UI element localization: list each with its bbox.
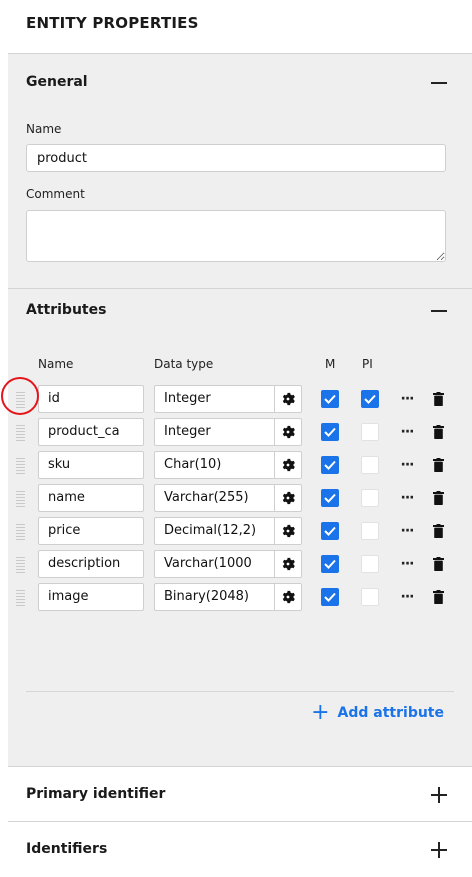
gear-icon[interactable] bbox=[274, 385, 302, 413]
collapse-attributes-button[interactable] bbox=[430, 302, 448, 320]
drag-handle[interactable] bbox=[16, 458, 25, 474]
more-options-icon[interactable]: ··· bbox=[398, 588, 416, 606]
attribute-type-input[interactable]: Binary(2048) bbox=[154, 583, 274, 611]
panel-title: ENTITY PROPERTIES bbox=[26, 14, 199, 32]
mandatory-checkbox[interactable] bbox=[321, 390, 339, 408]
column-header-name: Name bbox=[38, 357, 74, 371]
general-header: General bbox=[26, 74, 88, 90]
attribute-type-input[interactable]: Decimal(12,2) bbox=[154, 517, 274, 545]
primary-identifier-header: Primary identifier bbox=[26, 786, 166, 802]
trash-icon[interactable] bbox=[431, 390, 445, 408]
mandatory-checkbox[interactable] bbox=[321, 489, 339, 507]
expand-identifiers-button[interactable] bbox=[430, 841, 448, 859]
gear-icon[interactable] bbox=[274, 451, 302, 479]
attribute-name-input[interactable]: product_ca bbox=[38, 418, 144, 446]
trash-icon[interactable] bbox=[431, 489, 445, 507]
trash-icon[interactable] bbox=[431, 555, 445, 573]
gear-icon[interactable] bbox=[274, 583, 302, 611]
general-section: General Name Comment bbox=[8, 53, 472, 289]
gear-icon[interactable] bbox=[274, 418, 302, 446]
attribute-row: product_ca Integer ··· bbox=[8, 418, 472, 448]
gear-icon[interactable] bbox=[274, 517, 302, 545]
add-attribute-label: Add attribute bbox=[337, 705, 444, 721]
add-attribute-button[interactable]: + Add attribute bbox=[311, 700, 444, 725]
identifiers-header: Identifiers bbox=[26, 841, 108, 857]
gear-icon[interactable] bbox=[274, 550, 302, 578]
attribute-type-input[interactable]: Integer bbox=[154, 418, 274, 446]
drag-handle[interactable] bbox=[16, 491, 25, 507]
primary-identifier-checkbox[interactable] bbox=[361, 522, 379, 540]
mandatory-checkbox[interactable] bbox=[321, 588, 339, 606]
comment-field[interactable] bbox=[26, 210, 446, 262]
drag-handle[interactable] bbox=[16, 557, 25, 573]
attribute-type-input[interactable]: Varchar(255) bbox=[154, 484, 274, 512]
mandatory-checkbox[interactable] bbox=[321, 555, 339, 573]
comment-label: Comment bbox=[26, 187, 85, 201]
attribute-row: price Decimal(12,2) ··· bbox=[8, 517, 472, 547]
attribute-row: image Binary(2048) ··· bbox=[8, 583, 472, 613]
attribute-name-input[interactable]: image bbox=[38, 583, 144, 611]
attribute-row: description Varchar(1000 ··· bbox=[8, 550, 472, 580]
attribute-name-input[interactable]: price bbox=[38, 517, 144, 545]
collapse-general-button[interactable] bbox=[430, 74, 448, 92]
attribute-type-input[interactable]: Varchar(1000 bbox=[154, 550, 274, 578]
divider bbox=[26, 691, 454, 692]
attribute-name-input[interactable]: name bbox=[38, 484, 144, 512]
trash-icon[interactable] bbox=[431, 588, 445, 606]
attribute-row: sku Char(10) ··· bbox=[8, 451, 472, 481]
primary-identifier-checkbox[interactable] bbox=[361, 423, 379, 441]
name-label: Name bbox=[26, 122, 62, 136]
trash-icon[interactable] bbox=[431, 423, 445, 441]
primary-identifier-checkbox[interactable] bbox=[361, 456, 379, 474]
identifiers-section: Identifiers bbox=[8, 821, 472, 877]
mandatory-checkbox[interactable] bbox=[321, 456, 339, 474]
minus-icon bbox=[431, 310, 447, 312]
more-options-icon[interactable]: ··· bbox=[398, 522, 416, 540]
more-options-icon[interactable]: ··· bbox=[398, 555, 416, 573]
primary-identifier-section: Primary identifier bbox=[8, 766, 472, 822]
attributes-header: Attributes bbox=[26, 302, 107, 318]
attribute-type-input[interactable]: Integer bbox=[154, 385, 274, 413]
expand-primary-identifier-button[interactable] bbox=[430, 786, 448, 804]
primary-identifier-checkbox[interactable] bbox=[361, 555, 379, 573]
plus-icon: + bbox=[311, 700, 330, 725]
more-options-icon[interactable]: ··· bbox=[398, 456, 416, 474]
column-header-pi: PI bbox=[362, 357, 373, 371]
attribute-type-input[interactable]: Char(10) bbox=[154, 451, 274, 479]
drag-handle[interactable] bbox=[16, 524, 25, 540]
attribute-name-input[interactable]: id bbox=[38, 385, 144, 413]
primary-identifier-checkbox[interactable] bbox=[361, 489, 379, 507]
attribute-row: id Integer ··· bbox=[8, 385, 472, 415]
name-field[interactable] bbox=[26, 144, 446, 172]
primary-identifier-checkbox[interactable] bbox=[361, 588, 379, 606]
column-header-data-type: Data type bbox=[154, 357, 214, 371]
minus-icon bbox=[431, 82, 447, 84]
trash-icon[interactable] bbox=[431, 522, 445, 540]
more-options-icon[interactable]: ··· bbox=[398, 423, 416, 441]
drag-handle[interactable] bbox=[16, 590, 25, 606]
mandatory-checkbox[interactable] bbox=[321, 423, 339, 441]
drag-handle[interactable] bbox=[16, 425, 25, 441]
drag-handle[interactable] bbox=[16, 392, 25, 408]
primary-identifier-checkbox[interactable] bbox=[361, 390, 379, 408]
attribute-row: name Varchar(255) ··· bbox=[8, 484, 472, 514]
gear-icon[interactable] bbox=[274, 484, 302, 512]
mandatory-checkbox[interactable] bbox=[321, 522, 339, 540]
attribute-name-input[interactable]: sku bbox=[38, 451, 144, 479]
column-header-m: M bbox=[325, 357, 336, 371]
attribute-name-input[interactable]: description bbox=[38, 550, 144, 578]
attributes-section: Attributes Name Data type M PI id Integer… bbox=[8, 288, 472, 767]
more-options-icon[interactable]: ··· bbox=[398, 489, 416, 507]
trash-icon[interactable] bbox=[431, 456, 445, 474]
more-options-icon[interactable]: ··· bbox=[398, 390, 416, 408]
